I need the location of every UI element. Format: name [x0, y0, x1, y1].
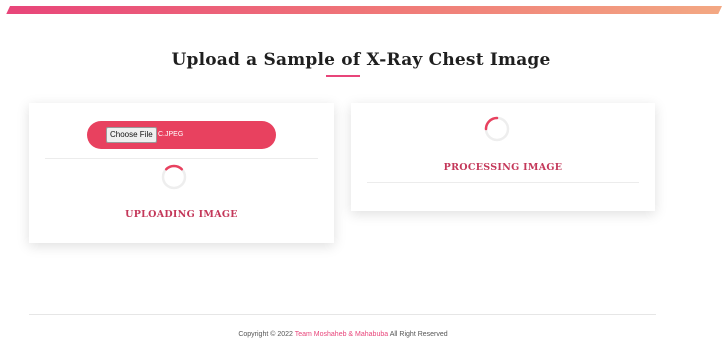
- top-accent-bar: [6, 6, 722, 14]
- processing-card: PROCESSING IMAGE: [351, 103, 655, 211]
- uploading-status: UPLOADING IMAGE: [125, 209, 238, 220]
- page: Upload a Sample of X-Ray Chest Image Cho…: [0, 0, 722, 346]
- processing-status: PROCESSING IMAGE: [443, 162, 563, 173]
- footer-divider: [29, 314, 656, 315]
- team-link[interactable]: Team Moshaheb & Mahabuba: [295, 331, 388, 338]
- page-title: Upload a Sample of X-Ray Chest Image: [171, 50, 551, 70]
- title-underline: [326, 75, 360, 77]
- loading-spinner-icon: [161, 164, 187, 190]
- copyright-text: Copyright © 2022: [238, 331, 293, 338]
- selected-file-name: C.JPEG: [158, 131, 184, 138]
- divider: [367, 182, 639, 183]
- rights-text: All Right Reserved: [389, 331, 448, 338]
- loading-spinner-icon: [484, 116, 510, 142]
- upload-card: Choose File C.JPEG UPLOADING IMAGE: [29, 103, 334, 243]
- file-upload-control[interactable]: Choose File C.JPEG: [87, 121, 276, 149]
- choose-file-button[interactable]: Choose File: [106, 127, 157, 143]
- footer: Copyright © 2022 Team Moshaheb & Mahabub…: [0, 331, 686, 338]
- divider: [45, 158, 318, 159]
